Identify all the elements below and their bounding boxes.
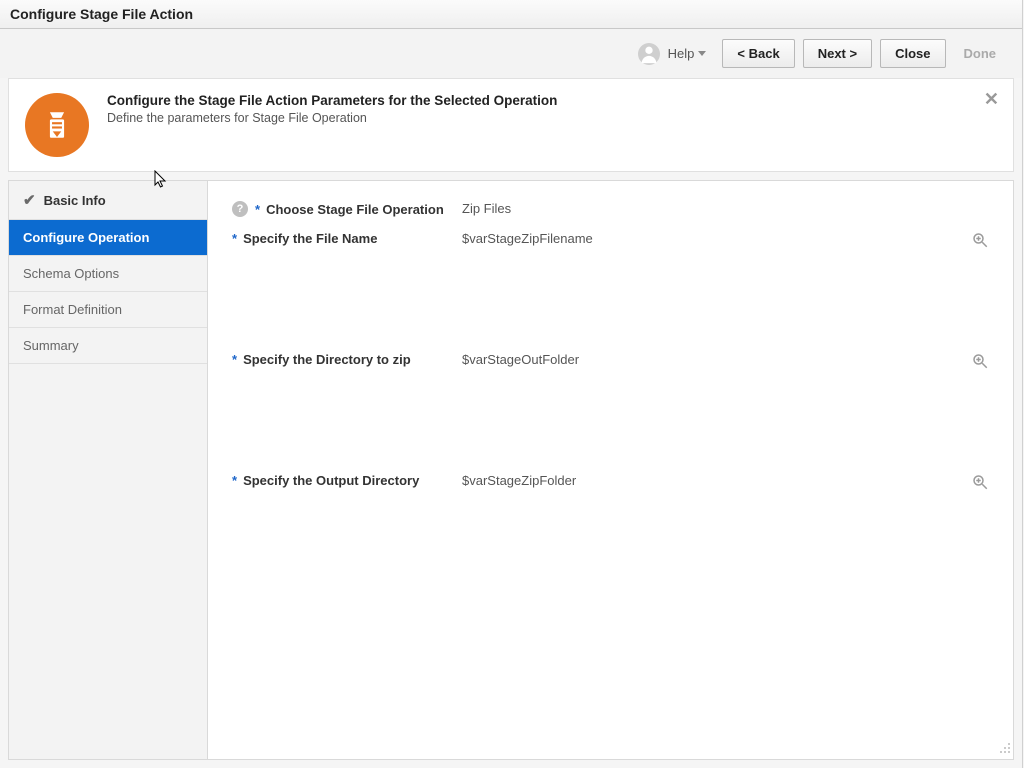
window-title: Configure Stage File Action [0,0,1022,29]
nav-basic-info[interactable]: ✔ Basic Info [9,181,207,220]
nav-summary[interactable]: Summary [9,328,207,364]
required-marker: * [232,352,237,367]
required-marker: * [232,473,237,488]
required-marker: * [255,202,260,217]
resize-grip-icon[interactable] [997,740,1011,757]
banner-title: Configure the Stage File Action Paramete… [107,93,557,108]
nav-item-label: Configure Operation [23,230,149,245]
filename-label: Specify the File Name [243,231,377,246]
nav-item-label: Format Definition [23,302,122,317]
close-icon[interactable]: ✕ [984,89,999,110]
wizard-sidenav: ✔ Basic Info Configure Operation Schema … [8,180,208,760]
form-panel: ? * Choose Stage File Operation Zip File… [208,180,1014,760]
help-label: Help [668,46,695,61]
nav-schema-options[interactable]: Schema Options [9,256,207,292]
out-dir-value: $varStageZipFolder [462,473,949,488]
help-avatar-icon [638,43,660,65]
next-button[interactable]: Next > [803,39,872,68]
stage-file-badge-icon [25,93,89,157]
nav-configure-operation[interactable]: Configure Operation [9,220,207,256]
help-menu[interactable]: Help [668,46,707,61]
info-icon[interactable]: ? [232,201,248,217]
dir-zip-label: Specify the Directory to zip [243,352,411,367]
dir-zip-value: $varStageOutFolder [462,352,949,367]
done-button: Done [954,40,1007,67]
operation-label: Choose Stage File Operation [266,202,444,217]
expression-builder-icon[interactable] [971,231,989,252]
nav-format-definition[interactable]: Format Definition [9,292,207,328]
banner-subtitle: Define the parameters for Stage File Ope… [107,111,557,125]
required-marker: * [232,231,237,246]
back-button[interactable]: < Back [722,39,794,68]
instruction-banner: Configure the Stage File Action Paramete… [8,78,1014,172]
expression-builder-icon[interactable] [971,352,989,373]
expression-builder-icon[interactable] [971,473,989,494]
nav-item-label: Basic Info [44,193,106,208]
out-dir-label: Specify the Output Directory [243,473,419,488]
check-icon: ✔ [23,191,36,209]
operation-value: Zip Files [462,201,949,216]
close-button[interactable]: Close [880,39,945,68]
filename-value: $varStageZipFilename [462,231,949,246]
nav-item-label: Schema Options [23,266,119,281]
toolbar: Help < Back Next > Close Done [0,29,1022,78]
chevron-down-icon [698,51,706,56]
nav-item-label: Summary [23,338,79,353]
